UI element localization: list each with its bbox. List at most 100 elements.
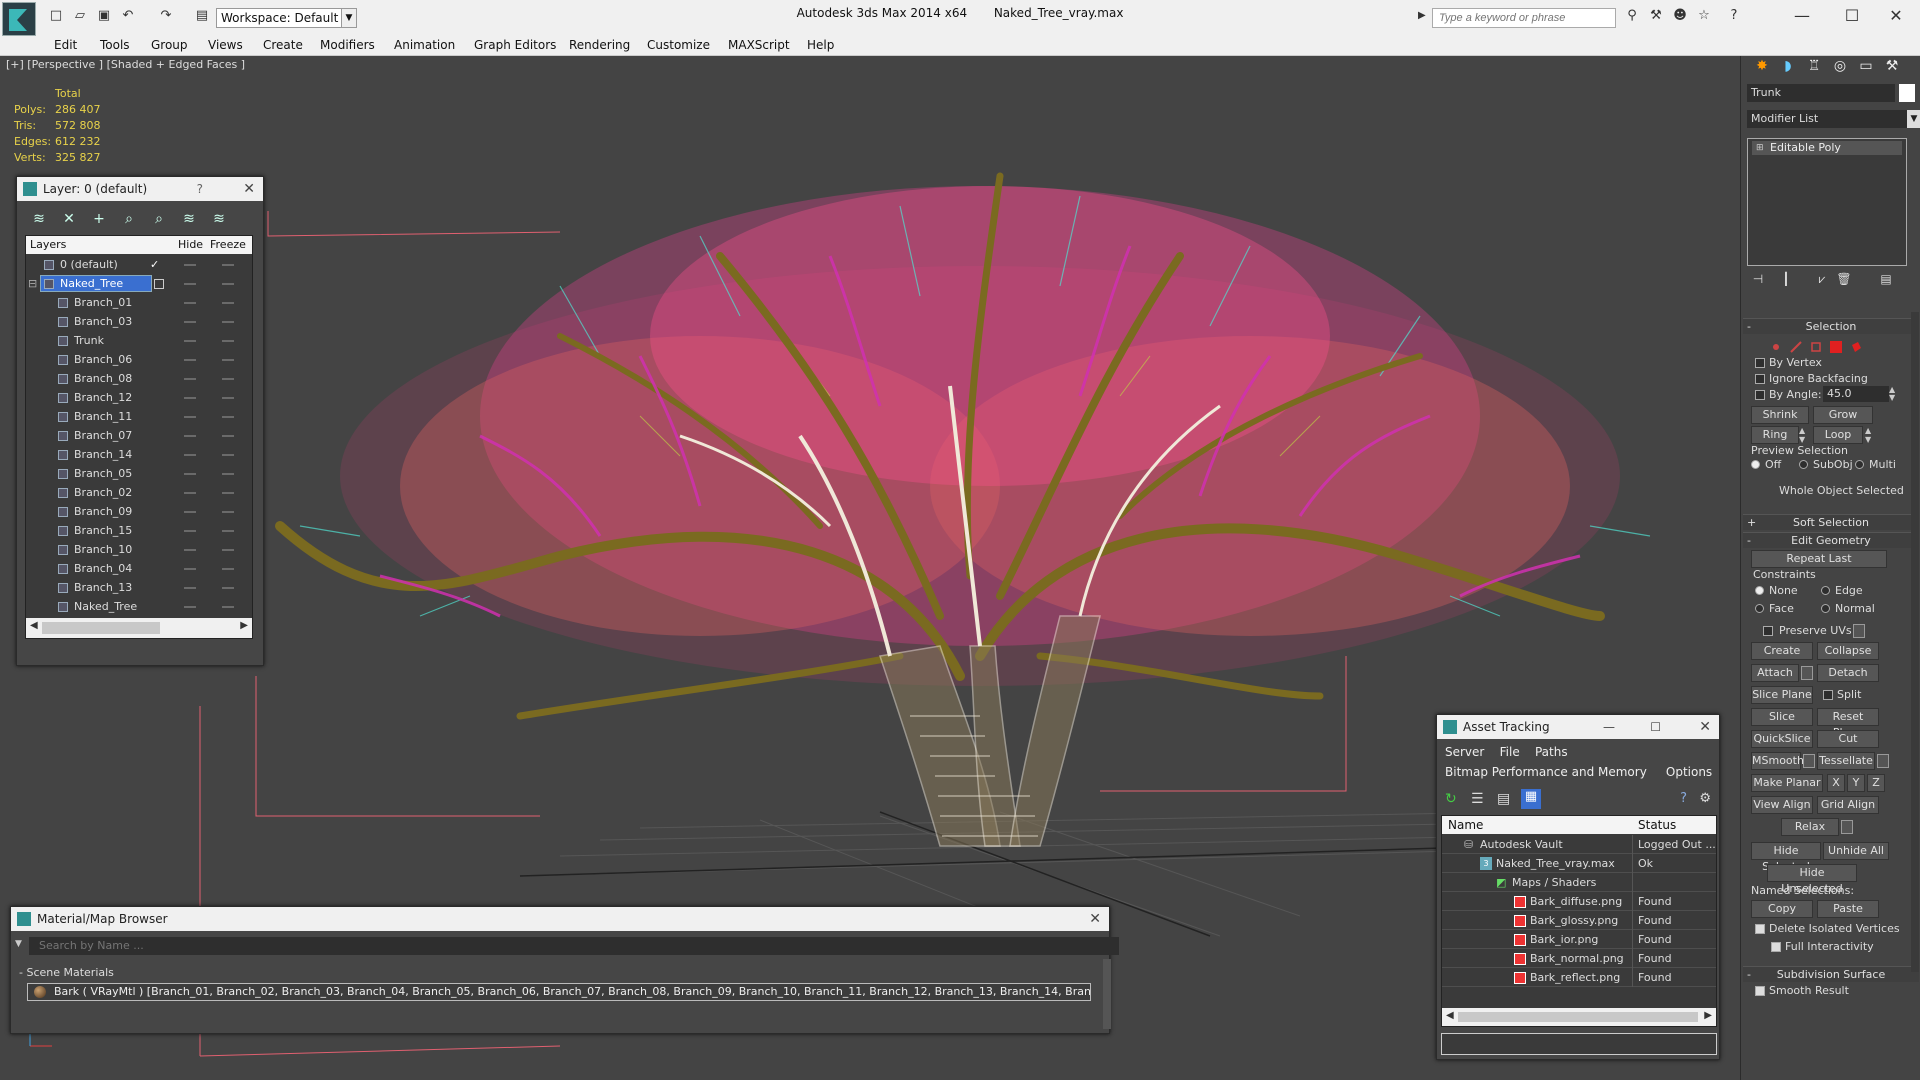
object-row[interactable]: Branch_11 (26, 407, 252, 426)
make-active-toggle[interactable] (154, 279, 164, 289)
column-layers[interactable]: Layers (30, 238, 66, 251)
polygon-mode-icon[interactable] (1829, 340, 1843, 354)
grid-align-button[interactable]: Grid Align (1817, 796, 1879, 814)
save-file-icon[interactable]: ▣ (96, 8, 112, 24)
user-icon[interactable]: ☻ (1672, 8, 1688, 24)
help-icon[interactable]: ? (1726, 8, 1742, 24)
hierarchy-tab-icon[interactable]: ♖ (1803, 58, 1825, 78)
new-file-icon[interactable]: □ (48, 8, 64, 24)
minimize-icon[interactable]: — (1782, 4, 1822, 28)
maximize-icon[interactable]: ☐ (1650, 715, 1661, 739)
edge-mode-icon[interactable] (1789, 340, 1803, 354)
constraint-edge-radio[interactable] (1821, 586, 1830, 595)
constraint-none-radio[interactable] (1755, 586, 1764, 595)
add-to-layer-icon[interactable]: + (89, 209, 109, 229)
angle-spinner[interactable]: 45.0 (1823, 386, 1889, 402)
preserve-uvs-checkbox[interactable] (1763, 626, 1773, 636)
object-row[interactable]: Trunk (26, 331, 252, 350)
object-row[interactable]: Branch_09 (26, 502, 252, 521)
preview-multi-radio[interactable] (1855, 460, 1864, 469)
scroll-left-icon[interactable]: ◀ (30, 620, 38, 631)
highlight-icon[interactable]: ⚙ (1699, 791, 1711, 806)
border-mode-icon[interactable] (1809, 340, 1823, 354)
relax-settings-icon[interactable] (1841, 820, 1853, 834)
layer-panel-title-bar[interactable]: Layer: 0 (default) ? ✕ (17, 177, 263, 201)
menu-server[interactable]: Server (1445, 745, 1484, 759)
soft-selection-rollout-header[interactable]: + Soft Selection (1743, 514, 1919, 530)
menu-create[interactable]: Create (263, 38, 303, 52)
object-row[interactable]: Branch_08 (26, 369, 252, 388)
object-row[interactable]: Branch_04 (26, 559, 252, 578)
object-row[interactable]: Branch_13 (26, 578, 252, 597)
active-layer-check-icon[interactable]: ✓ (150, 255, 159, 274)
preserve-uvs-settings-icon[interactable] (1853, 624, 1865, 638)
asset-row[interactable]: ⛁ Autodesk Vault Logged Out ... (1442, 835, 1716, 854)
asset-path-field[interactable] (1441, 1033, 1717, 1055)
freeze-toggle[interactable] (222, 264, 234, 266)
reset-plane-button[interactable]: Reset Plane (1817, 708, 1879, 739)
asset-row[interactable]: Bark_glossy.png Found (1442, 911, 1716, 930)
copy-button[interactable]: Copy (1751, 900, 1813, 918)
select-objects-icon[interactable]: ⌕ (119, 209, 139, 229)
hide-selected-button[interactable]: Hide Selected (1751, 842, 1821, 873)
scrollbar-thumb[interactable] (1458, 1012, 1698, 1022)
unhide-all-button[interactable]: Unhide All (1823, 842, 1889, 860)
create-layer-icon[interactable]: ≋ (29, 209, 49, 229)
pin-stack-icon[interactable]: ⊣ (1749, 272, 1767, 290)
chevron-down-icon[interactable]: ▼ (1907, 110, 1920, 128)
horizontal-scrollbar[interactable]: ◀ ▶ (1442, 1008, 1716, 1026)
project-folder-icon[interactable]: ▤ (194, 8, 210, 24)
object-row[interactable]: Naked_Tree (26, 597, 252, 616)
tessellate-settings-icon[interactable] (1877, 754, 1889, 768)
ring-spinner-icon[interactable]: ▲ ▼ (1799, 426, 1805, 444)
browser-options-icon[interactable]: ▼ (15, 939, 22, 949)
loop-spinner-icon[interactable]: ▲ ▼ (1865, 426, 1871, 444)
help-icon[interactable]: ? (1680, 791, 1687, 806)
refresh-icon[interactable]: ↻ (1445, 791, 1457, 807)
object-name-field[interactable]: Trunk (1747, 84, 1895, 102)
object-row[interactable]: Branch_07 (26, 426, 252, 445)
object-row[interactable]: Branch_10 (26, 540, 252, 559)
search-expand-icon[interactable]: ▶ (1418, 10, 1430, 26)
workspace-dropdown[interactable]: Workspace: Default ▼ (216, 8, 357, 28)
modifier-list-dropdown[interactable]: Modifier List ▼ (1747, 110, 1920, 128)
close-icon[interactable]: ✕ (1089, 907, 1101, 931)
viewport-label[interactable]: [+] [Perspective ] [Shaded + Edged Faces… (6, 58, 245, 71)
subdivision-surface-rollout-header[interactable]: - Subdivision Surface (1743, 966, 1919, 982)
close-icon[interactable]: ✕ (1876, 4, 1916, 28)
menu-options[interactable]: Options (1666, 765, 1712, 779)
stack-item-editable-poly[interactable]: ⊞ Editable Poly (1752, 141, 1902, 155)
configure-sets-icon[interactable]: ▤ (1877, 272, 1895, 290)
planar-z-button[interactable]: Z (1867, 774, 1885, 792)
show-end-result-icon[interactable]: ┃ (1777, 272, 1795, 290)
object-row[interactable]: Branch_12 (26, 388, 252, 407)
msmooth-settings-icon[interactable] (1803, 754, 1815, 768)
open-file-icon[interactable]: ▱ (72, 8, 88, 24)
view-align-button[interactable]: View Align (1751, 796, 1813, 814)
by-angle-checkbox[interactable] (1755, 390, 1765, 400)
layer-row-naked-tree[interactable]: ⊟ Naked_Tree (26, 274, 252, 293)
asset-tracking-title-bar[interactable]: Asset Tracking — ☐ ✕ (1437, 715, 1719, 739)
relax-button[interactable]: Relax (1781, 818, 1839, 836)
menu-tools[interactable]: Tools (100, 38, 130, 52)
list-view-icon[interactable]: ☰ (1471, 791, 1484, 807)
msmooth-button[interactable]: MSmooth (1751, 752, 1804, 770)
command-panel-scrollbar[interactable] (1911, 312, 1919, 972)
object-row[interactable]: Branch_14 (26, 445, 252, 464)
paste-button[interactable]: Paste (1817, 900, 1879, 918)
menu-file[interactable]: File (1500, 745, 1520, 759)
edit-geometry-rollout-header[interactable]: - Edit Geometry (1743, 532, 1919, 548)
asset-row[interactable]: Bark_ior.png Found (1442, 930, 1716, 949)
menu-rendering[interactable]: Rendering (569, 38, 630, 52)
planar-x-button[interactable]: X (1827, 774, 1845, 792)
hide-toggle[interactable] (184, 264, 196, 266)
column-freeze[interactable]: Freeze (210, 238, 246, 251)
close-icon[interactable]: ✕ (243, 177, 255, 201)
scene-materials-section[interactable]: - Scene Materials (19, 965, 1099, 981)
favorites-star-icon[interactable]: ☆ (1696, 8, 1712, 24)
help-icon[interactable]: ? (197, 177, 203, 201)
binoculars-icon[interactable]: ⚲ (1624, 8, 1640, 24)
material-search-input[interactable] (29, 937, 1119, 955)
menu-help[interactable]: Help (807, 38, 834, 52)
detach-button[interactable]: Detach (1817, 664, 1879, 682)
